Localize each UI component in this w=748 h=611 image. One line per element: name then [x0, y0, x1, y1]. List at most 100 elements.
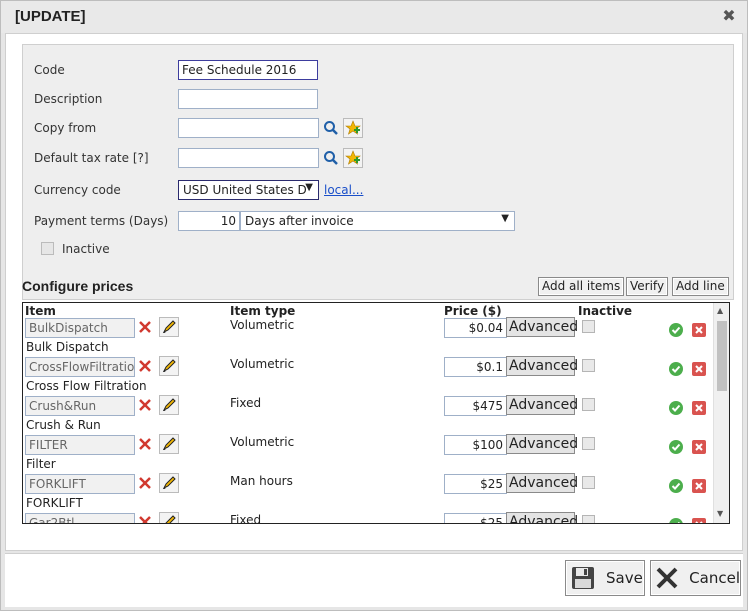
item-type: Volumetric [230, 435, 295, 449]
edit-pencil-icon[interactable] [159, 434, 179, 457]
item-type: Fixed [230, 513, 262, 524]
remove-icon[interactable] [137, 436, 153, 455]
form-area: Code Fee Schedule 2016 Description Copy … [22, 44, 734, 300]
delete-icon[interactable] [691, 322, 707, 341]
scroll-up-icon[interactable]: ▲ [717, 306, 723, 315]
chevron-down-icon: ▼ [501, 213, 509, 224]
search-icon[interactable] [321, 148, 341, 168]
item-type: Volumetric [230, 357, 295, 371]
row-inactive-checkbox[interactable] [582, 320, 595, 333]
advanced-button[interactable]: Advanced [506, 356, 578, 376]
advanced-button[interactable]: Advanced [506, 473, 578, 493]
search-icon[interactable] [321, 118, 341, 138]
add-star-icon[interactable] [343, 148, 363, 168]
price-input[interactable]: $475 [444, 396, 507, 416]
currency-label: Currency code [34, 183, 121, 197]
close-icon [651, 561, 683, 595]
advanced-button[interactable]: Advanced [506, 317, 578, 337]
inactive-checkbox[interactable] [41, 242, 54, 255]
description-input[interactable] [178, 89, 318, 109]
row-inactive-checkbox[interactable] [582, 476, 595, 489]
floppy-disk-icon [566, 561, 600, 595]
edit-pencil-icon[interactable] [159, 473, 179, 496]
cancel-button[interactable]: Cancel [650, 560, 741, 596]
add-all-items-button[interactable]: Add all items [538, 277, 625, 296]
add-star-icon[interactable] [343, 118, 363, 138]
remove-icon[interactable] [137, 358, 153, 377]
add-line-button[interactable]: Add line [672, 277, 729, 296]
payment-terms-value: Days after invoice [245, 214, 354, 228]
row-inactive-checkbox[interactable] [582, 515, 595, 523]
item-type: Fixed [230, 396, 262, 410]
currency-local-link[interactable]: local... [324, 183, 363, 197]
edit-pencil-icon[interactable] [159, 317, 179, 340]
save-label: Save [606, 569, 643, 587]
confirm-icon[interactable] [668, 322, 684, 341]
price-input[interactable]: $0.04 [444, 318, 507, 338]
scroll-thumb[interactable] [717, 321, 727, 391]
payment-terms-select[interactable]: Days after invoice ▼ [240, 211, 515, 231]
scroll-down-icon[interactable]: ▼ [717, 509, 723, 518]
main-panel: Code Fee Schedule 2016 Description Copy … [5, 33, 743, 551]
confirm-icon[interactable] [668, 478, 684, 497]
verify-button[interactable]: Verify [626, 277, 669, 296]
remove-icon[interactable] [137, 475, 153, 494]
edit-pencil-icon[interactable] [159, 395, 179, 418]
payment-terms-label: Payment terms (Days) [34, 214, 169, 228]
price-input[interactable]: $25 [444, 474, 507, 494]
configure-prices-title: Configure prices [22, 278, 134, 294]
advanced-button[interactable]: Advanced [506, 395, 578, 415]
table-row: CrossFlowFiltration Cross Flow Filtratio… [23, 342, 713, 393]
advanced-button[interactable]: Advanced [506, 434, 578, 454]
update-dialog: [UPDATE] ✖ Code Fee Schedule 2016 Descri… [0, 0, 748, 611]
item-type: Man hours [230, 474, 293, 488]
item-code-input[interactable]: Crush&Run [25, 396, 135, 416]
delete-icon[interactable] [691, 400, 707, 419]
advanced-button[interactable]: Advanced [506, 512, 578, 523]
currency-value: USD United States D [183, 183, 307, 197]
item-code-input[interactable]: FORKLIFT [25, 474, 135, 494]
remove-icon[interactable] [137, 514, 153, 523]
item-code-input[interactable]: FILTER [25, 435, 135, 455]
dialog-footer: Save Cancel [5, 553, 743, 607]
edit-pencil-icon[interactable] [159, 356, 179, 379]
currency-select[interactable]: USD United States D ▼ [178, 180, 319, 200]
close-icon[interactable]: ✖ [721, 8, 737, 24]
table-row: Gar2Btl Fixed $25 Advanced [23, 498, 713, 524]
row-inactive-checkbox[interactable] [582, 359, 595, 372]
dialog-title: [UPDATE] [15, 8, 86, 25]
edit-pencil-icon[interactable] [159, 512, 179, 523]
save-button[interactable]: Save [565, 560, 645, 596]
item-code-input[interactable]: BulkDispatch [25, 318, 135, 338]
item-code-input[interactable]: CrossFlowFiltration [25, 357, 135, 377]
price-input[interactable]: $25 [444, 513, 507, 523]
copy-from-label: Copy from [34, 121, 97, 135]
table-row: BulkDispatch Bulk Dispatch Volumetric $0… [23, 303, 713, 354]
payment-days-input[interactable]: 10 [178, 211, 240, 231]
remove-icon[interactable] [137, 319, 153, 338]
confirm-icon[interactable] [668, 400, 684, 419]
table-row: Crush&Run Crush & Run Fixed $475 Advance… [23, 381, 713, 432]
confirm-icon[interactable] [668, 517, 684, 523]
description-label: Description [34, 92, 103, 106]
row-inactive-checkbox[interactable] [582, 398, 595, 411]
row-inactive-checkbox[interactable] [582, 437, 595, 450]
default-tax-label: Default tax rate [?] [34, 151, 149, 165]
copy-from-input[interactable] [178, 118, 319, 138]
delete-icon[interactable] [691, 439, 707, 458]
table-row: FORKLIFT FORKLIFT Man hours $25 Advanced [23, 459, 713, 510]
title-bar: [UPDATE] ✖ [1, 1, 747, 33]
confirm-icon[interactable] [668, 439, 684, 458]
prices-grid: Item Item type Price ($) Inactive BulkDi… [22, 302, 730, 524]
delete-icon[interactable] [691, 361, 707, 380]
delete-icon[interactable] [691, 478, 707, 497]
grid-scrollbar[interactable]: ▲ ▼ [713, 303, 729, 523]
item-code-input[interactable]: Gar2Btl [25, 513, 135, 523]
code-input[interactable]: Fee Schedule 2016 [178, 60, 318, 80]
confirm-icon[interactable] [668, 361, 684, 380]
default-tax-input[interactable] [178, 148, 319, 168]
price-input[interactable]: $0.1 [444, 357, 507, 377]
remove-icon[interactable] [137, 397, 153, 416]
price-input[interactable]: $100 [444, 435, 507, 455]
delete-icon[interactable] [691, 517, 707, 523]
